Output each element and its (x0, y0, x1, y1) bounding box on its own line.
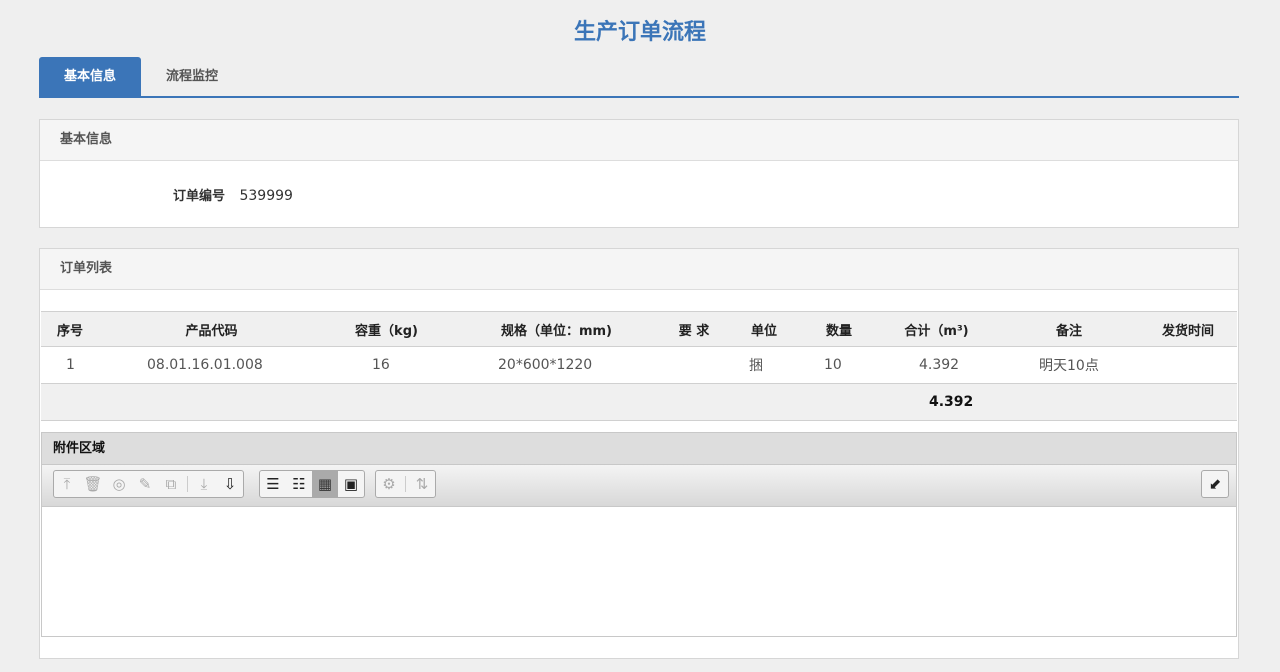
cell (1139, 347, 1237, 384)
gear-icon[interactable]: ⚙ (376, 471, 402, 497)
cell: 20*600*1220 (498, 357, 593, 373)
arrow-down-left-icon: ⬋ (1208, 475, 1222, 493)
order-number-field: 订单编号 539999 (173, 185, 293, 204)
order-number-label: 订单编号 (173, 189, 226, 204)
order-table: 序号 产品代码 容重（kg) 规格（单位：mm) 要 求 单位 数量 合计（m³… (41, 311, 1237, 421)
download-all-icon[interactable]: ⇩ (217, 471, 243, 497)
attachment-toolbar: ⤒ 🗑 ◎ ✎ ⧉ ⤓ ⇩ ☰ ☷ ▦ ▣ ⚙ ⇅ ⬋ (42, 465, 1236, 507)
file-actions-group: ⤒ 🗑 ◎ ✎ ⧉ ⤓ ⇩ (53, 470, 244, 498)
cell: 明天10点 (1039, 358, 1099, 374)
col-header: 备注 (999, 311, 1139, 347)
rename-icon[interactable]: ⧉ (158, 471, 184, 497)
page-title: 生产订单流程 (573, 20, 706, 45)
preview-icon[interactable]: ◎ (106, 471, 132, 497)
divider (405, 476, 406, 492)
basic-info-panel: 基本信息 订单编号 539999 (39, 119, 1239, 228)
col-header: 容重（kg) (324, 311, 449, 347)
col-header: 数量 (804, 311, 874, 347)
total-row: 4.392 (41, 383, 1237, 421)
tab-bar: 基本信息 流程监控 (39, 57, 1239, 98)
attachment-header: 附件区域 (42, 433, 1236, 465)
order-list-panel: 订单列表 序号 产品代码 容重（kg) 规格（单位：mm) 要 求 单位 数量 … (39, 248, 1239, 659)
col-header: 产品代码 (99, 311, 324, 347)
divider (187, 476, 188, 492)
col-header: 发货时间 (1139, 311, 1237, 347)
settings-group: ⚙ ⇅ (375, 470, 436, 498)
cell: 08.01.16.01.008 (147, 357, 263, 373)
col-header: 序号 (41, 311, 99, 347)
sort-icon[interactable]: ⇅ (409, 471, 435, 497)
col-header: 规格（单位：mm) (449, 311, 664, 347)
attachment-area: 附件区域 ⤒ 🗑 ◎ ✎ ⧉ ⤓ ⇩ ☰ ☷ ▦ ▣ ⚙ ⇅ ⬋ (41, 432, 1237, 637)
table-header-row: 序号 产品代码 容重（kg) 规格（单位：mm) 要 求 单位 数量 合计（m³… (41, 311, 1237, 347)
cell: 1 (66, 357, 75, 373)
panel-header: 订单列表 (40, 249, 1238, 290)
total-value: 4.392 (874, 383, 999, 421)
cell: 4.392 (919, 357, 960, 373)
order-number-value: 539999 (239, 188, 293, 204)
col-header: 要 求 (664, 311, 724, 347)
edit-icon[interactable]: ✎ (132, 471, 158, 497)
col-header: 合计（m³) (874, 311, 999, 347)
panel-header: 基本信息 (40, 120, 1238, 161)
thumbnail-view-icon[interactable]: ▣ (338, 471, 364, 497)
cell: 16 (372, 357, 390, 373)
expand-button[interactable]: ⬋ (1201, 470, 1229, 498)
list-view-icon[interactable]: ☰ (260, 471, 286, 497)
col-header: 单位 (724, 311, 804, 347)
download-icon[interactable]: ⤓ (191, 471, 217, 497)
tab-process-monitor[interactable]: 流程监控 (141, 57, 243, 96)
numbered-list-icon[interactable]: ☷ (286, 471, 312, 497)
table-row[interactable]: 1 08.01.16.01.008 16 20*600*1220 捆 10 4.… (41, 347, 1237, 384)
delete-icon[interactable]: 🗑 (80, 471, 106, 497)
grid-view-icon[interactable]: ▦ (312, 471, 338, 497)
view-mode-group: ☰ ☷ ▦ ▣ (259, 470, 365, 498)
cell: 10 (824, 357, 842, 373)
cell (664, 347, 724, 384)
upload-icon[interactable]: ⤒ (54, 471, 80, 497)
tab-basic-info[interactable]: 基本信息 (39, 57, 141, 96)
cell: 捆 (749, 358, 763, 374)
